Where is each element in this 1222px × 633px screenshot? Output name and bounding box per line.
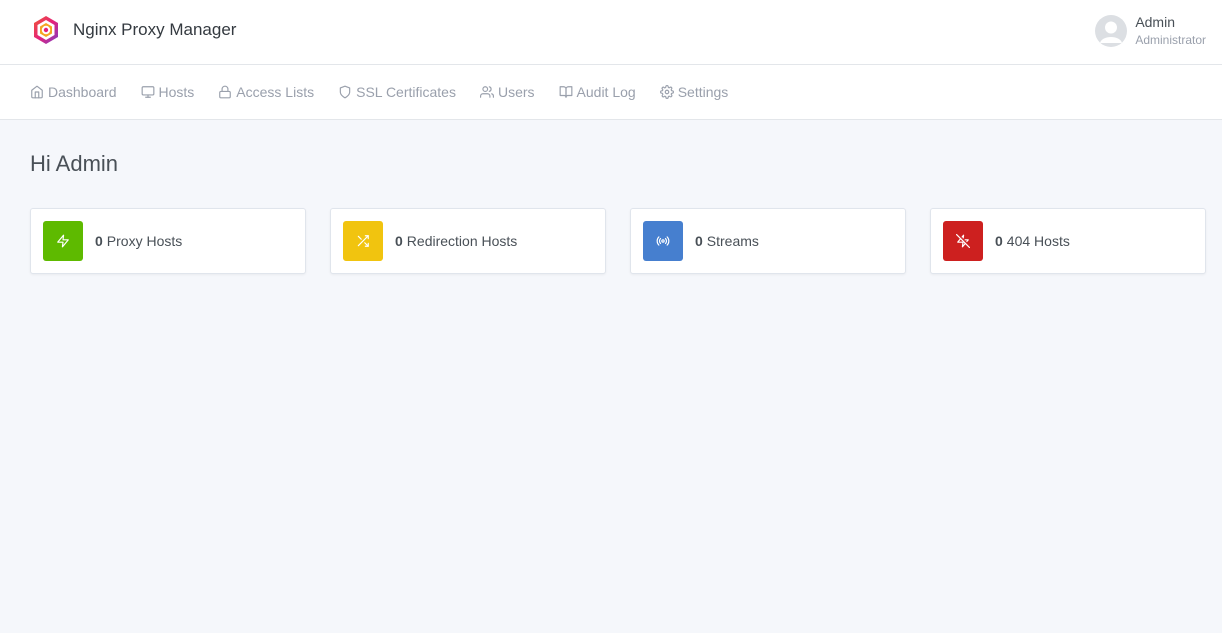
zap-off-icon	[956, 234, 970, 248]
streams-card[interactable]: 0 Streams	[630, 208, 906, 274]
nav-item-users[interactable]: Users	[479, 84, 535, 100]
nav-item-label: Dashboard	[48, 84, 117, 100]
card-label: Redirection Hosts	[406, 233, 518, 249]
user-avatar-icon	[1095, 15, 1128, 47]
nav-item-label: Access Lists	[236, 84, 315, 100]
card-count: 0	[395, 233, 403, 249]
monitor-icon	[141, 86, 154, 98]
card-icon-badge	[643, 221, 683, 261]
card-count: 0	[995, 233, 1003, 249]
card-icon-badge	[943, 221, 983, 261]
nav-item-hosts[interactable]: Hosts	[141, 84, 195, 100]
nav-item-label: Users	[497, 84, 535, 100]
card-label: 404 Hosts	[1006, 233, 1070, 249]
redirection-hosts-card[interactable]: 0 Redirection Hosts	[330, 208, 606, 274]
stats-cards: 0 Proxy Hosts 0 Redirection Hosts 0 Streams…	[30, 208, 1206, 274]
brand-link[interactable]: Nginx Proxy Manager	[30, 14, 236, 46]
app-header: Nginx Proxy Manager Admin Administrator	[0, 0, 1222, 65]
nav-item-access-lists[interactable]: Access Lists	[218, 84, 314, 100]
book-open-icon	[559, 86, 572, 98]
card-label: Proxy Hosts	[106, 233, 183, 249]
card-count: 0	[95, 233, 103, 249]
home-icon	[31, 85, 43, 99]
card-icon-badge	[43, 221, 83, 261]
nav-item-audit-log[interactable]: Audit Log	[559, 84, 636, 100]
zap-icon	[57, 234, 69, 248]
nav-item-label: Settings	[677, 84, 729, 100]
radio-icon	[656, 236, 670, 246]
nav-item-dashboard[interactable]: Dashboard	[30, 84, 117, 100]
nav-item-label: Audit Log	[576, 84, 636, 100]
card-count: 0	[695, 233, 703, 249]
nav-item-label: Hosts	[158, 84, 195, 100]
lock-icon	[219, 85, 232, 99]
shuffle-icon	[357, 235, 369, 247]
page-title: Hi Admin	[30, 151, 119, 176]
nav-item-settings[interactable]: Settings	[659, 84, 729, 100]
nav-item-label: SSL Certificates	[356, 84, 456, 100]
user-role: Administrator	[1135, 32, 1206, 47]
card-icon-badge	[343, 221, 383, 261]
proxy-hosts-card[interactable]: 0 Proxy Hosts	[30, 208, 306, 274]
user-name: Admin	[1135, 14, 1175, 31]
nginx-proxy-manager-logo-icon	[34, 16, 58, 44]
user-menu[interactable]: Admin Administrator	[1095, 12, 1206, 50]
nav-item-ssl-certificates[interactable]: SSL Certificates	[338, 84, 456, 100]
404-hosts-card[interactable]: 0 404 Hosts	[930, 208, 1206, 274]
settings-icon	[659, 85, 674, 99]
card-label: Streams	[706, 233, 759, 249]
main-nav: Dashboard Hosts Access Lists SSL Certifi…	[0, 65, 1222, 120]
shield-icon	[339, 85, 351, 99]
app-name: Nginx Proxy Manager	[73, 20, 237, 39]
users-icon	[479, 86, 494, 98]
